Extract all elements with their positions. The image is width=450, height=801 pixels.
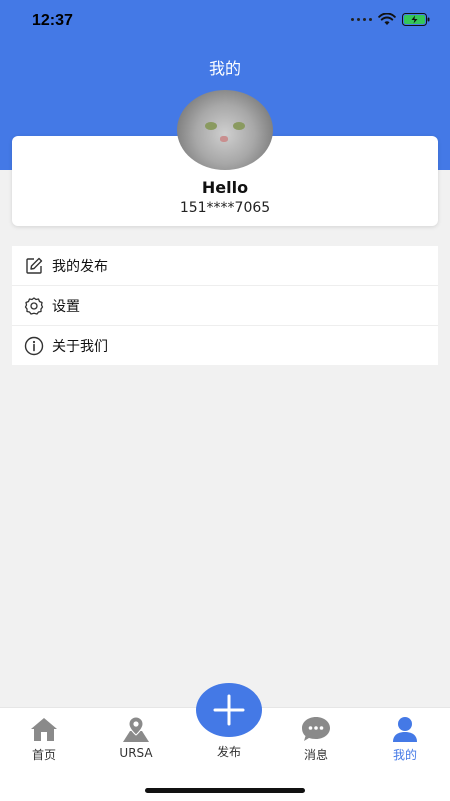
- menu-item-label: 我的发布: [52, 258, 108, 275]
- home-indicator: [145, 788, 305, 793]
- profile-phone: 151****7065: [179, 200, 271, 216]
- user-icon: [393, 717, 417, 742]
- map-pin-icon: [123, 716, 149, 742]
- tab-label: 首页: [31, 748, 56, 762]
- publish-button[interactable]: [196, 683, 262, 737]
- chat-icon: [302, 717, 330, 741]
- wifi-icon: [378, 13, 396, 25]
- page-title: 我的: [208, 59, 241, 78]
- menu-item-label: 关于我们: [52, 338, 108, 355]
- avatar-right-eye: [233, 122, 245, 130]
- avatar-left-eye: [205, 122, 217, 130]
- status-bar: 12:37: [0, 0, 450, 44]
- tab-label: URSA: [119, 746, 153, 760]
- menu-item-my-posts[interactable]: 我的发布: [12, 246, 438, 286]
- tab-label: 我的: [392, 748, 417, 762]
- avatar-nose: [220, 136, 228, 142]
- battery-icon: [402, 13, 430, 26]
- tab-mine[interactable]: 我的: [370, 714, 440, 763]
- edit-icon: [24, 256, 44, 276]
- info-icon: [24, 336, 44, 356]
- menu-list: 我的发布 设置 关于我们: [12, 246, 438, 365]
- cellular-signal-icon: [351, 18, 372, 21]
- tab-home[interactable]: 首页: [9, 714, 79, 763]
- tab-ursa[interactable]: URSA: [101, 714, 171, 760]
- home-icon: [31, 718, 57, 741]
- menu-item-settings[interactable]: 设置: [12, 286, 438, 326]
- avatar[interactable]: [177, 90, 273, 170]
- profile-name: Hello: [201, 178, 249, 197]
- tab-label: 消息: [303, 748, 328, 762]
- plus-icon: [213, 694, 245, 726]
- status-icons: [351, 13, 430, 26]
- menu-item-about-us[interactable]: 关于我们: [12, 326, 438, 365]
- menu-item-label: 设置: [52, 298, 80, 315]
- tab-publish-label: 发布: [216, 745, 241, 759]
- status-time: 12:37: [32, 12, 73, 29]
- gear-icon: [24, 296, 44, 316]
- tab-messages[interactable]: 消息: [281, 714, 351, 763]
